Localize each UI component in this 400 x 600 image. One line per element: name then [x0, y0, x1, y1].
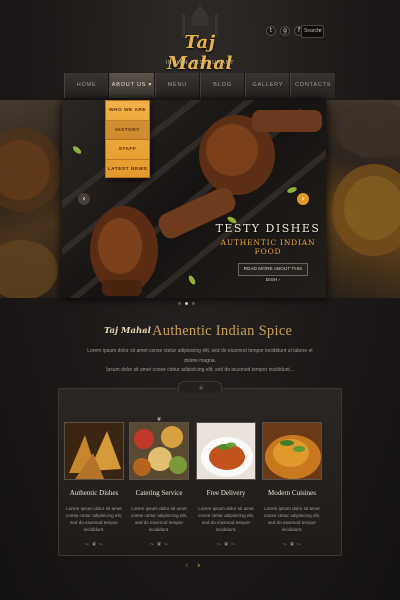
- dropdown-item-who-we-are[interactable]: WHO WE ARE: [106, 101, 149, 121]
- service-text: Lorem ipsum dolor sit amet conse ctetur …: [65, 506, 123, 532]
- slider-next-arrow[interactable]: ›: [297, 193, 309, 205]
- service-text: Lorem ipsum dolor sit amet conse ctetur …: [263, 506, 321, 532]
- nav-item-blog[interactable]: BLOG: [199, 73, 246, 98]
- service-text: Lorem ipsum dolor sit amet conse ctetur …: [130, 506, 188, 532]
- service-card[interactable]: Authentic Dishes Lorem ipsum dolor sit a…: [62, 416, 126, 548]
- service-card[interactable]: Free Delivery Lorem ipsum dolor sit amet…: [194, 416, 258, 548]
- dropdown-item-staff[interactable]: STAFF: [106, 140, 149, 160]
- dropdown-item-history[interactable]: HISTORY: [106, 120, 149, 140]
- ornament-icon: ~ ❦ ~: [84, 541, 104, 548]
- dropdown-item-latest-news[interactable]: LATEST NEWS: [106, 160, 149, 180]
- curry-image: [196, 422, 256, 480]
- slider-prev-arrow[interactable]: ‹: [78, 193, 90, 205]
- ornament-icon: ~ ❦ ~: [149, 541, 169, 548]
- nav-item-gallery[interactable]: GALLERY: [245, 73, 291, 98]
- intro-line-2: Ipsum dolor sit amet conse ctetur adipis…: [106, 367, 294, 373]
- ornament-icon: ❦: [198, 384, 204, 392]
- logo[interactable]: Taj Mahal INDIAN RESTAURANT: [150, 2, 250, 74]
- service-title: Catering Service: [135, 489, 183, 497]
- social-links: t g f: [266, 26, 304, 38]
- slider-dot-active[interactable]: [185, 302, 188, 305]
- service-title: Free Delivery: [206, 489, 246, 497]
- slider-dot[interactable]: [178, 302, 181, 305]
- nav-item-home[interactable]: HOME: [64, 73, 110, 98]
- logo-tagline: INDIAN RESTAURANT: [165, 60, 235, 66]
- hero-title: TESTY DISHES: [215, 222, 321, 235]
- service-title: Authentic Dishes: [69, 489, 119, 497]
- read-more-button[interactable]: READ MORE ABOUT THIS DISH ›: [238, 263, 308, 283]
- samosa-image: [64, 422, 124, 480]
- search-input[interactable]: Search ⌕: [301, 25, 324, 38]
- side-food-image-right: [326, 100, 400, 298]
- about-dropdown-menu: WHO WE ARE HISTORY STAFF LATEST NEWS: [105, 100, 150, 178]
- header: Taj Mahal INDIAN RESTAURANT t g f Search…: [0, 0, 400, 74]
- hero-subtitle: AUTHENTIC INDIAN FOOD: [220, 238, 316, 256]
- services-pager: ‹ ›: [185, 561, 215, 571]
- service-title: Modern Cuisines: [267, 489, 317, 497]
- ornament-icon: ~ ❦ ~: [216, 541, 236, 548]
- slider-dot[interactable]: [192, 302, 195, 305]
- intro-line-1: Lorem ipsum dolor sit amet conse ctetur …: [87, 348, 313, 364]
- next-arrow-icon[interactable]: ›: [197, 561, 201, 571]
- intro-dash: -: [143, 326, 146, 335]
- twitter-icon[interactable]: t: [266, 26, 276, 36]
- panel-tab: ❦: [178, 381, 222, 393]
- service-card[interactable]: Modern Cuisines Lorem ipsum dolor sit am…: [260, 416, 324, 548]
- intro-text: Lorem ipsum dolor sit amet conse ctetur …: [82, 347, 318, 376]
- page: Taj Mahal INDIAN RESTAURANT t g f Search…: [0, 0, 400, 600]
- google-plus-icon[interactable]: g: [280, 26, 290, 36]
- service-text: Lorem ipsum dolor sit amet conse ctetur …: [197, 506, 255, 532]
- search-icon[interactable]: ⌕: [319, 26, 322, 37]
- intro-title: Authentic Indian Spice: [152, 323, 293, 339]
- nav-item-menu[interactable]: MENU: [154, 73, 200, 98]
- logo-title: Taj Mahal: [167, 32, 233, 74]
- service-card[interactable]: ❦ Catering Service Lorem ipsum dolor sit…: [127, 416, 191, 548]
- thali-image: [129, 422, 189, 480]
- main-nav: HOME ABOUT US ▾ MENU BLOG GALLERY CONTAC…: [64, 73, 336, 98]
- biryani-image: [262, 422, 322, 480]
- nav-item-about-us[interactable]: ABOUT US ▾: [109, 73, 155, 98]
- nav-item-contacts[interactable]: CONTACTS: [290, 73, 336, 98]
- slider-dots: [178, 302, 195, 305]
- ornament-icon: ~ ❦ ~: [282, 541, 302, 548]
- search-placeholder: Search: [304, 28, 320, 34]
- side-food-image-left: [0, 100, 62, 298]
- prev-arrow-icon[interactable]: ‹: [185, 561, 189, 571]
